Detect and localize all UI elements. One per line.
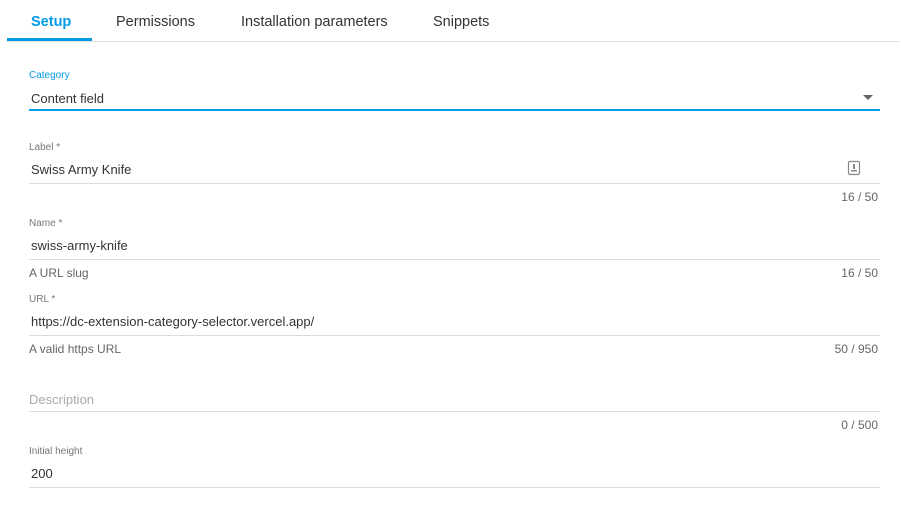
chevron-down-icon[interactable] bbox=[863, 95, 873, 100]
active-tab-indicator bbox=[7, 38, 92, 41]
initial-height-underline bbox=[29, 487, 880, 488]
url-field-underline bbox=[29, 335, 880, 336]
name-field-label: Name * bbox=[29, 218, 63, 229]
label-field-counter: 16 / 50 bbox=[841, 190, 878, 204]
name-field-helper: A URL slug bbox=[29, 266, 89, 280]
initial-height-value: 200 bbox=[31, 466, 53, 481]
tab-bar: Setup Permissions Installation parameter… bbox=[7, 0, 900, 42]
label-field-value: Swiss Army Knife bbox=[31, 162, 132, 177]
url-field-helper: A valid https URL bbox=[29, 342, 122, 356]
name-field-counter: 16 / 50 bbox=[841, 266, 878, 280]
tab-permissions[interactable]: Permissions bbox=[116, 0, 195, 41]
text-field-icon[interactable] bbox=[847, 160, 861, 176]
name-field[interactable]: Name * swiss-army-knife A URL slug 16 / … bbox=[29, 216, 880, 286]
url-field-label: URL * bbox=[29, 294, 56, 305]
category-underline bbox=[29, 109, 880, 111]
url-field-counter: 50 / 950 bbox=[834, 342, 878, 356]
initial-height-field[interactable]: Initial height 200 bbox=[29, 444, 880, 494]
category-select[interactable]: Category Content field bbox=[29, 66, 880, 112]
description-counter: 0 / 500 bbox=[841, 418, 878, 432]
category-label: Category bbox=[29, 70, 70, 81]
tab-snippets[interactable]: Snippets bbox=[433, 0, 489, 41]
description-placeholder: Description bbox=[29, 392, 95, 407]
url-field[interactable]: URL * https://dc-extension-category-sele… bbox=[29, 292, 880, 362]
name-field-value: swiss-army-knife bbox=[31, 238, 128, 253]
url-field-value: https://dc-extension-category-selector.v… bbox=[31, 314, 315, 329]
label-field-underline bbox=[29, 183, 880, 184]
name-field-underline bbox=[29, 259, 880, 260]
label-field[interactable]: Label * Swiss Army Knife 16 / 50 bbox=[29, 140, 880, 210]
category-value: Content field bbox=[31, 91, 104, 106]
description-underline bbox=[29, 411, 880, 412]
tab-setup[interactable]: Setup bbox=[31, 0, 71, 41]
tab-installation-parameters[interactable]: Installation parameters bbox=[241, 0, 388, 41]
label-field-label: Label * bbox=[29, 142, 61, 153]
description-field[interactable]: Description 0 / 500 bbox=[29, 368, 880, 438]
initial-height-label: Initial height bbox=[29, 446, 83, 457]
